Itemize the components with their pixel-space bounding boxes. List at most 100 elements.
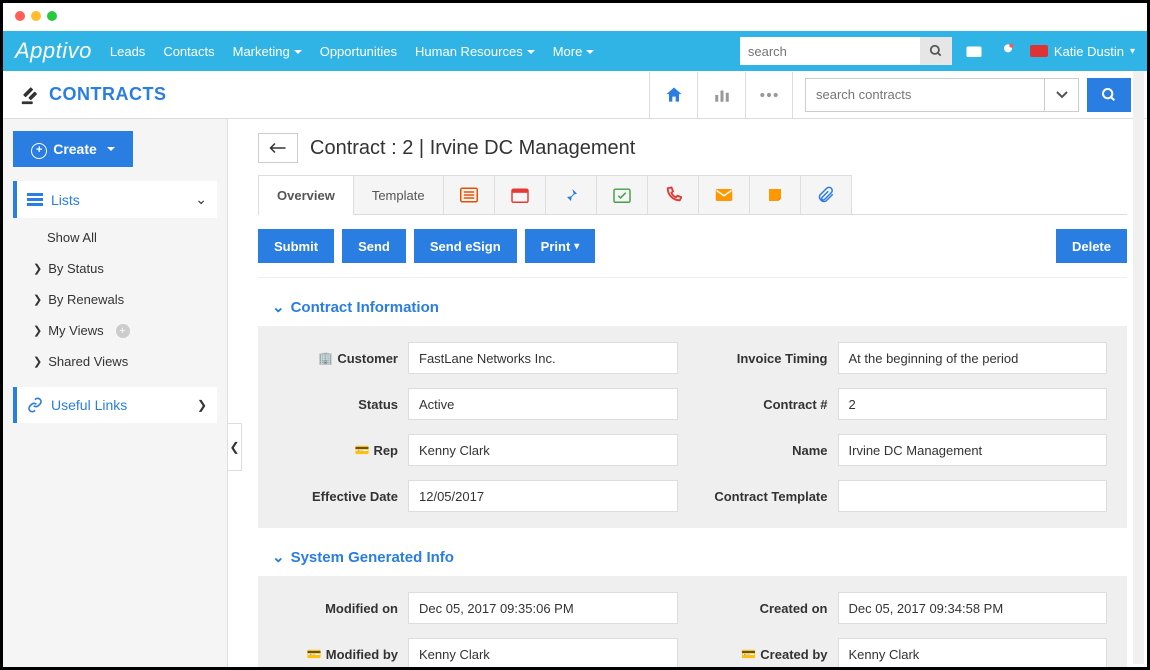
chevron-down-icon: ⌄ bbox=[195, 191, 207, 208]
submit-button[interactable]: Submit bbox=[258, 229, 334, 263]
add-view-icon[interactable]: + bbox=[116, 324, 130, 338]
field-created-on: Created on Dec 05, 2017 09:34:58 PM bbox=[708, 592, 1108, 624]
more-actions-icon[interactable] bbox=[745, 72, 793, 118]
value-created-by: Kenny Clark bbox=[838, 638, 1108, 667]
chevron-right-icon: ❯ bbox=[197, 398, 207, 412]
field-created-by: 💳Created by Kenny Clark bbox=[708, 638, 1108, 667]
create-button[interactable]: Create bbox=[13, 131, 133, 167]
chevron-right-icon: ❯ bbox=[33, 262, 42, 275]
system-info-panel: Modified on Dec 05, 2017 09:35:06 PM Cre… bbox=[258, 576, 1127, 667]
value-status[interactable]: Active bbox=[408, 388, 678, 420]
value-contract-template[interactable] bbox=[838, 480, 1108, 512]
field-contract-num: Contract # 2 bbox=[708, 388, 1108, 420]
nav-more[interactable]: More bbox=[553, 44, 595, 59]
chevron-down-icon: ⌄ bbox=[272, 298, 285, 316]
body: Create Lists ⌄ Show All ❯By Status ❯By R… bbox=[3, 119, 1147, 667]
field-name: Name Irvine DC Management bbox=[708, 434, 1108, 466]
tab-notes-icon[interactable] bbox=[749, 175, 801, 214]
contract-search-dropdown[interactable] bbox=[1045, 78, 1079, 112]
home-icon[interactable] bbox=[649, 72, 697, 118]
field-status: Status Active bbox=[278, 388, 678, 420]
lists-label: Lists bbox=[51, 192, 80, 208]
send-button[interactable]: Send bbox=[342, 229, 406, 263]
global-search bbox=[740, 37, 952, 65]
apps-icon[interactable] bbox=[962, 39, 986, 63]
section-header-contract-info[interactable]: ⌄ Contract Information bbox=[272, 298, 1127, 316]
sidebar-item-sharedviews[interactable]: ❯Shared Views bbox=[13, 346, 217, 377]
scrollbar[interactable] bbox=[1133, 71, 1144, 664]
value-effective-date[interactable]: 12/05/2017 bbox=[408, 480, 678, 512]
global-search-input[interactable] bbox=[740, 37, 920, 65]
sub-header: CONTRACTS bbox=[3, 71, 1147, 119]
reports-icon[interactable] bbox=[697, 72, 745, 118]
section-system-info: ⌄ System Generated Info Modified on Dec … bbox=[258, 548, 1127, 667]
user-menu[interactable]: Katie Dustin ▾ bbox=[1030, 44, 1135, 59]
value-invoice-timing[interactable]: At the beginning of the period bbox=[838, 342, 1108, 374]
tab-task-icon[interactable] bbox=[596, 175, 648, 214]
value-modified-by: Kenny Clark bbox=[408, 638, 678, 667]
page-header: Contract : 2 | Irvine DC Management bbox=[258, 133, 1127, 163]
tab-news-icon[interactable] bbox=[443, 175, 495, 214]
nav-leads[interactable]: Leads bbox=[110, 44, 145, 59]
global-search-button[interactable] bbox=[920, 37, 952, 65]
top-right: Katie Dustin ▾ bbox=[740, 37, 1135, 65]
value-rep[interactable]: Kenny Clark bbox=[408, 434, 678, 466]
tab-overview[interactable]: Overview bbox=[258, 175, 354, 214]
value-customer[interactable]: FastLane Networks Inc. bbox=[408, 342, 678, 374]
close-window-icon[interactable] bbox=[15, 11, 25, 21]
top-bar: Apptivo Leads Contacts Marketing Opportu… bbox=[3, 31, 1147, 71]
sidebar-item-byrenewals[interactable]: ❯By Renewals bbox=[13, 284, 217, 315]
main-content: Contract : 2 | Irvine DC Management Over… bbox=[228, 119, 1147, 667]
link-icon bbox=[27, 397, 43, 413]
maximize-window-icon[interactable] bbox=[47, 11, 57, 21]
plus-icon bbox=[31, 140, 47, 159]
create-label: Create bbox=[53, 141, 97, 157]
user-flag-icon bbox=[1030, 45, 1048, 57]
sidebar-item-myviews[interactable]: ❯My Views+ bbox=[13, 315, 217, 346]
sidebar: Create Lists ⌄ Show All ❯By Status ❯By R… bbox=[3, 119, 228, 667]
list-icon bbox=[27, 193, 43, 207]
sidebar-useful-links[interactable]: Useful Links ❯ bbox=[13, 387, 217, 423]
back-button[interactable] bbox=[258, 133, 298, 163]
value-name[interactable]: Irvine DC Management bbox=[838, 434, 1108, 466]
field-modified-by: 💳Modified by Kenny Clark bbox=[278, 638, 678, 667]
contract-search-input[interactable] bbox=[805, 78, 1045, 112]
nav-opportunities[interactable]: Opportunities bbox=[320, 44, 397, 59]
delete-button[interactable]: Delete bbox=[1056, 229, 1127, 263]
tab-call-icon[interactable] bbox=[647, 175, 699, 214]
contract-info-panel: 🏢Customer FastLane Networks Inc. Invoice… bbox=[258, 326, 1127, 528]
app-frame: Apptivo Leads Contacts Marketing Opportu… bbox=[0, 0, 1150, 670]
section-contract-info: ⌄ Contract Information 🏢Customer FastLan… bbox=[258, 298, 1127, 528]
sidebar-item-showall[interactable]: Show All bbox=[13, 222, 217, 253]
section-header-system-info[interactable]: ⌄ System Generated Info bbox=[272, 548, 1127, 566]
field-modified-on: Modified on Dec 05, 2017 09:35:06 PM bbox=[278, 592, 678, 624]
gavel-icon bbox=[19, 84, 41, 106]
print-button[interactable]: Print▾ bbox=[525, 229, 596, 263]
chevron-right-icon: ❯ bbox=[33, 355, 42, 368]
module-title-text: CONTRACTS bbox=[49, 84, 167, 105]
logo[interactable]: Apptivo bbox=[15, 38, 92, 64]
sidebar-item-bystatus[interactable]: ❯By Status bbox=[13, 253, 217, 284]
tab-calendar-icon[interactable] bbox=[494, 175, 546, 214]
nav-hr[interactable]: Human Resources bbox=[415, 44, 535, 59]
contract-search-button[interactable] bbox=[1087, 78, 1131, 112]
chevron-right-icon: ❯ bbox=[33, 293, 42, 306]
chevron-down-icon: ⌄ bbox=[272, 548, 285, 566]
minimize-window-icon[interactable] bbox=[31, 11, 41, 21]
tab-template[interactable]: Template bbox=[353, 175, 444, 214]
tab-attachment-icon[interactable] bbox=[800, 175, 852, 214]
page-title: Contract : 2 | Irvine DC Management bbox=[310, 137, 635, 160]
value-contract-num[interactable]: 2 bbox=[838, 388, 1108, 420]
nav-contacts[interactable]: Contacts bbox=[163, 44, 214, 59]
send-esign-button[interactable]: Send eSign bbox=[414, 229, 517, 263]
tab-email-icon[interactable] bbox=[698, 175, 750, 214]
nav-marketing[interactable]: Marketing bbox=[233, 44, 302, 59]
tab-pin-icon[interactable] bbox=[545, 175, 597, 214]
value-created-on: Dec 05, 2017 09:34:58 PM bbox=[838, 592, 1108, 624]
sidebar-collapse-handle[interactable]: ❮ bbox=[228, 423, 242, 471]
sidebar-lists[interactable]: Lists ⌄ bbox=[13, 181, 217, 218]
field-contract-template: Contract Template bbox=[708, 480, 1108, 512]
notifications-icon[interactable] bbox=[996, 39, 1020, 63]
building-icon: 🏢 bbox=[318, 351, 333, 365]
field-rep: 💳Rep Kenny Clark bbox=[278, 434, 678, 466]
